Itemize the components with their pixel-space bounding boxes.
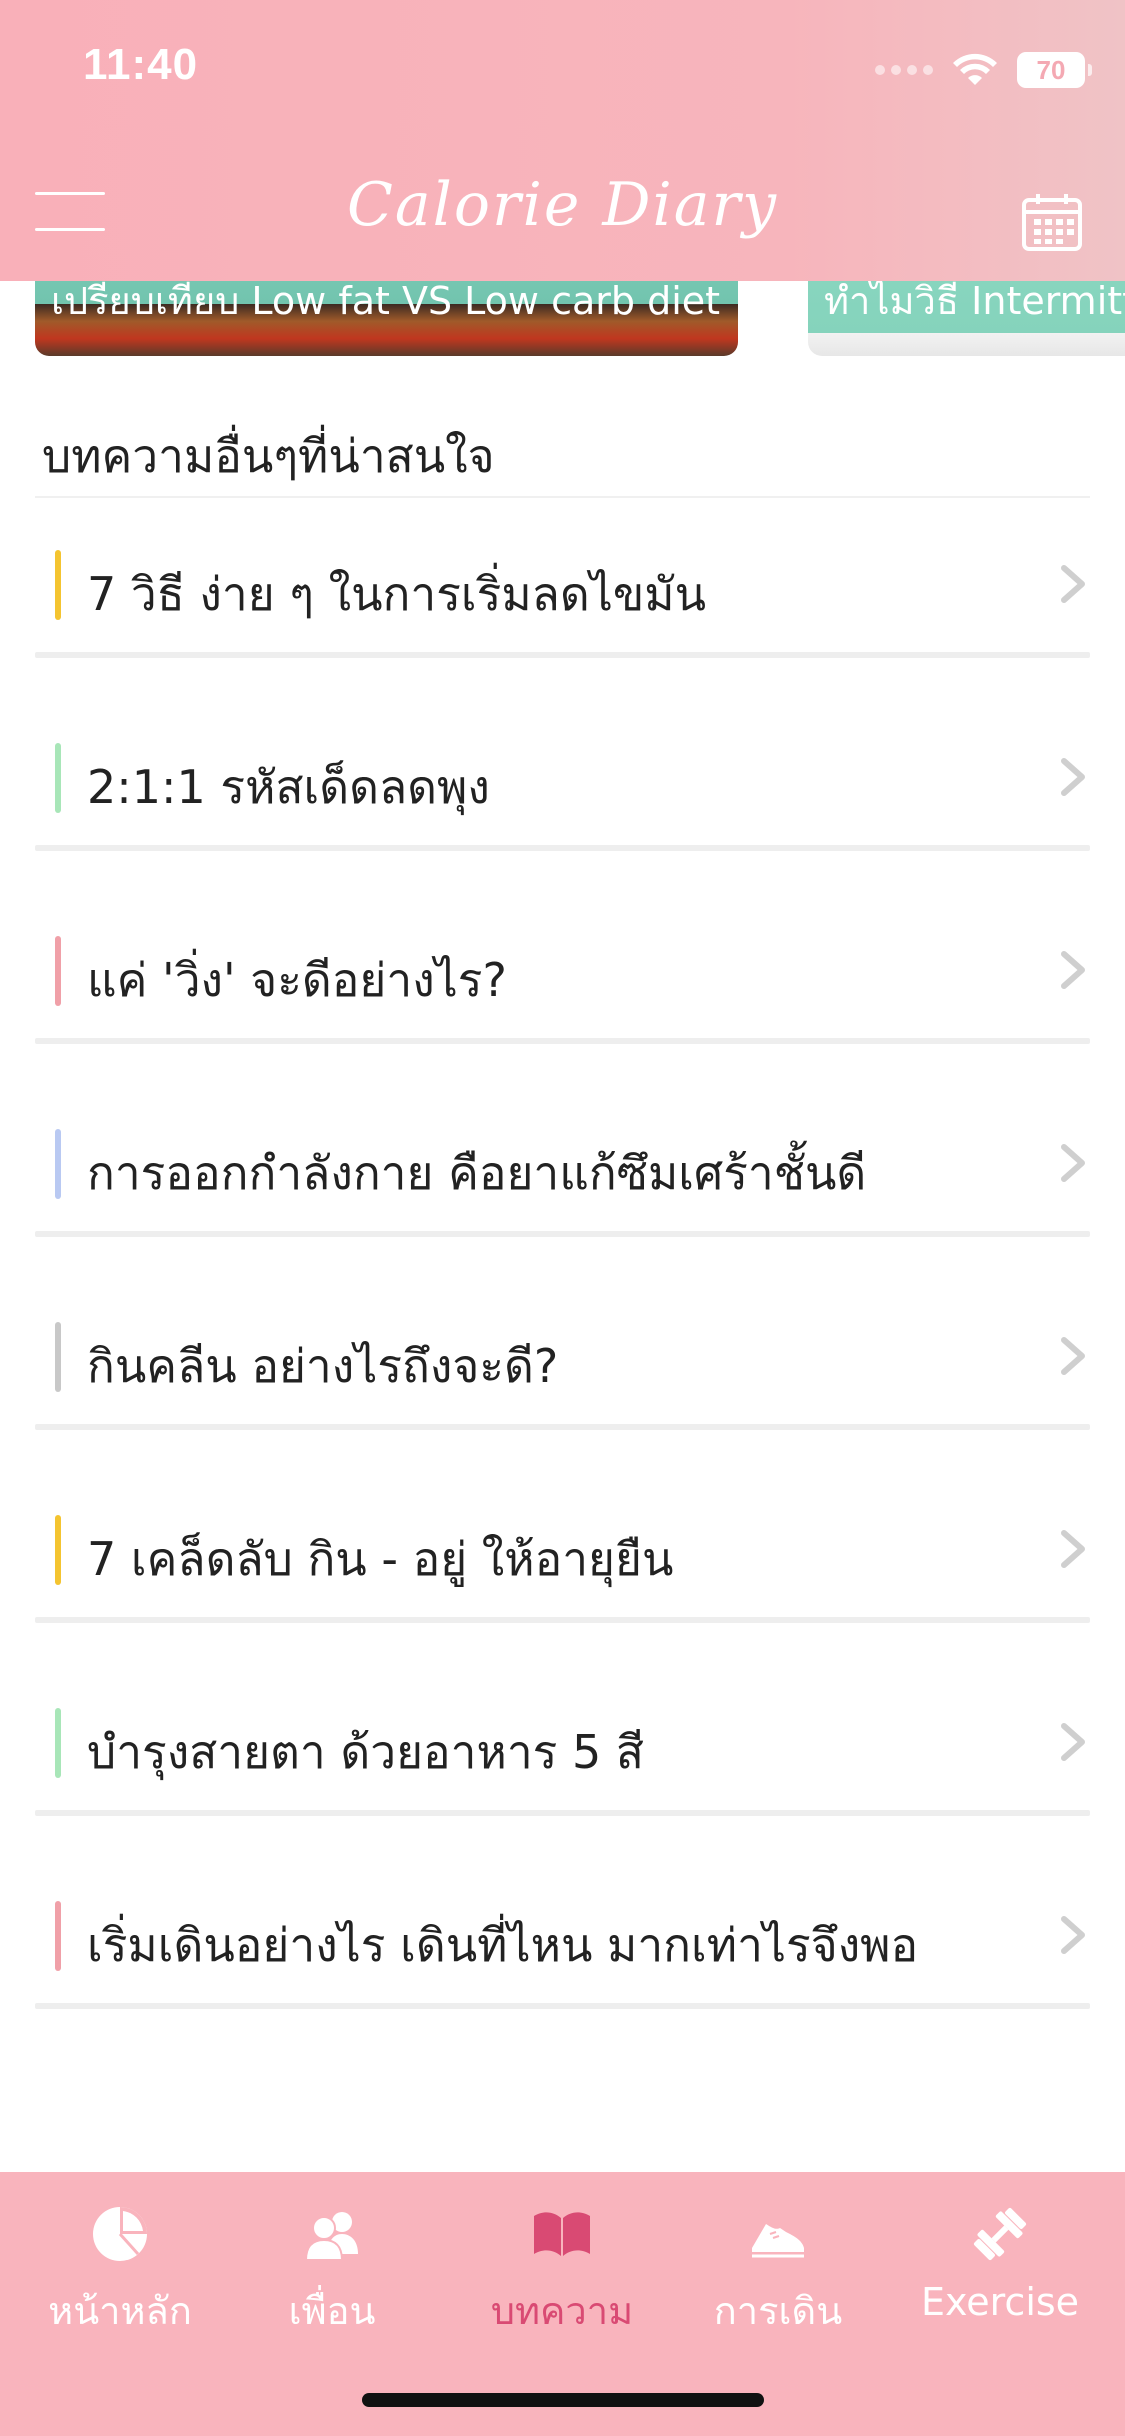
- chevron-right-icon: [1061, 1723, 1085, 1761]
- home-indicator: [362, 2393, 764, 2407]
- divider: [35, 1810, 1090, 1816]
- article-item[interactable]: บำรุงสายตา ด้วยอาหาร 5 สี: [35, 1678, 1090, 1871]
- tab-label: หน้าหลัก: [48, 2289, 192, 2333]
- chevron-right-icon: [1061, 758, 1085, 796]
- accent-bar: [55, 1708, 61, 1778]
- accent-bar: [55, 1129, 61, 1199]
- tab-articles[interactable]: บทความ: [462, 2202, 662, 2341]
- tab-walking[interactable]: การเดิน: [678, 2202, 878, 2341]
- divider: [35, 1038, 1090, 1044]
- article-item[interactable]: 7 เคล็ดลับ กิน - อยู่ ให้อายุยืน: [35, 1485, 1090, 1678]
- divider: [35, 1231, 1090, 1237]
- battery-level: 70: [1036, 54, 1066, 85]
- chevron-right-icon: [1061, 1337, 1085, 1375]
- dumbbell-icon: [973, 2207, 1027, 2261]
- accent-bar: [55, 550, 61, 620]
- article-item[interactable]: 2:1:1 รหัสเด็ดลดพุง: [35, 713, 1090, 906]
- article-item[interactable]: 7 วิธี ง่าย ๆ ในการเริ่มลดไขมัน: [35, 520, 1090, 713]
- article-title: 7 วิธี ง่าย ๆ ในการเริ่มลดไขมัน: [87, 567, 707, 621]
- friends-icon: [304, 2212, 358, 2261]
- article-title: 7 เคล็ดลับ กิน - อยู่ ให้อายุยืน: [87, 1532, 674, 1586]
- app-screen: เปรียบเทียบ Low fat VS Low carb diet ทำไ…: [0, 0, 1125, 2436]
- wifi-icon: [953, 53, 997, 85]
- accent-bar: [55, 743, 61, 813]
- article-title: แค่ 'วิ่ง' จะดีอย่างไร?: [87, 953, 507, 1007]
- tab-exercise[interactable]: Exercise: [900, 2202, 1100, 2324]
- chevron-right-icon: [1061, 951, 1085, 989]
- article-list: 7 วิธี ง่าย ๆ ในการเริ่มลดไขมัน 2:1:1 รห…: [35, 520, 1090, 2064]
- chevron-right-icon: [1061, 1530, 1085, 1568]
- tab-home[interactable]: หน้าหลัก: [20, 2202, 220, 2341]
- status-time: 11:40: [83, 40, 199, 89]
- article-item[interactable]: การออกกำลังกาย คือยาแก้ซึมเศร้าชั้นดี: [35, 1099, 1090, 1292]
- chevron-right-icon: [1061, 1144, 1085, 1182]
- book-icon: [534, 2212, 590, 2256]
- divider: [35, 1424, 1090, 1430]
- divider: [35, 2003, 1090, 2009]
- chevron-right-icon: [1061, 1916, 1085, 1954]
- shoe-icon: [752, 2224, 804, 2258]
- article-title: บำรุงสายตา ด้วยอาหาร 5 สี: [87, 1725, 644, 1779]
- article-item[interactable]: เริ่มเดินอย่างไร เดินที่ไหน มากเท่าไรจึง…: [35, 1871, 1090, 2064]
- accent-bar: [55, 1515, 61, 1585]
- article-item[interactable]: กินคลีน อย่างไรถึงจะดี?: [35, 1292, 1090, 1485]
- tab-friends[interactable]: เพื่อน: [232, 2202, 432, 2341]
- status-icons: 70: [875, 48, 1092, 92]
- divider: [35, 1617, 1090, 1623]
- calendar-icon[interactable]: [1021, 192, 1083, 252]
- divider: [35, 845, 1090, 851]
- tab-label: บทความ: [490, 2289, 634, 2333]
- article-item[interactable]: แค่ 'วิ่ง' จะดีอย่างไร?: [35, 906, 1090, 1099]
- article-title: กินคลีน อย่างไรถึงจะดี?: [87, 1339, 559, 1393]
- header: 11:40 70 Calorie Diary: [0, 0, 1125, 281]
- tab-label: เพื่อน: [288, 2289, 376, 2333]
- battery-icon: 70: [1017, 52, 1092, 88]
- chevron-right-icon: [1061, 565, 1085, 603]
- accent-bar: [55, 1901, 61, 1971]
- accent-bar: [55, 1322, 61, 1392]
- section-title: บทความอื่นๆที่น่าสนใจ: [42, 429, 495, 483]
- article-title: 2:1:1 รหัสเด็ดลดพุง: [87, 760, 490, 814]
- tab-label: Exercise: [920, 2280, 1080, 2324]
- pie-chart-icon: [93, 2207, 147, 2261]
- article-title: เริ่มเดินอย่างไร เดินที่ไหน มากเท่าไรจึง…: [87, 1918, 919, 1972]
- app-logo: Calorie Diary: [346, 170, 779, 240]
- tab-label: การเดิน: [713, 2289, 843, 2333]
- accent-bar: [55, 936, 61, 1006]
- signal-icon: [875, 65, 933, 75]
- divider: [35, 652, 1090, 658]
- article-title: การออกกำลังกาย คือยาแก้ซึมเศร้าชั้นดี: [87, 1146, 867, 1200]
- divider: [35, 496, 1090, 498]
